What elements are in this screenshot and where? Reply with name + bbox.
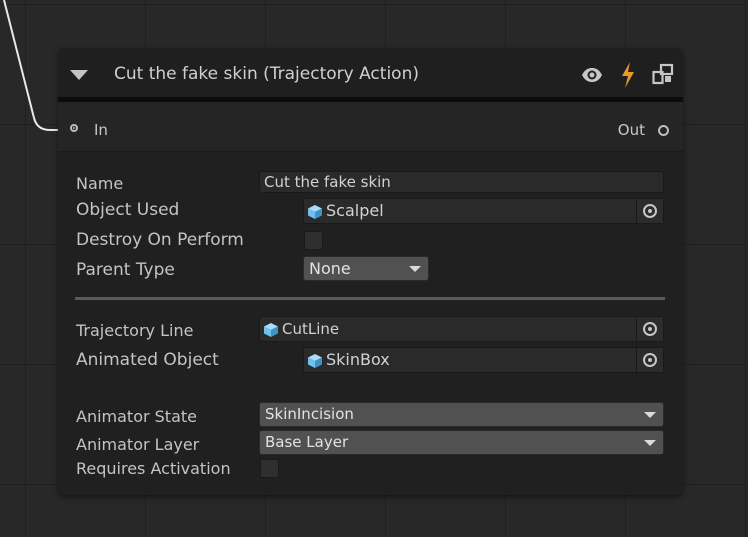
- ports-bar: In Out: [58, 102, 683, 152]
- trajectory-line-value: CutLine: [282, 320, 340, 338]
- animated-object-label: Animated Object: [76, 350, 219, 370]
- animator-state-dropdown[interactable]: SkinIncision: [259, 402, 664, 427]
- trajectory-line-label: Trajectory Line: [76, 321, 194, 340]
- object-used-label: Object Used: [76, 200, 180, 220]
- animator-layer-dropdown[interactable]: Base Layer: [259, 430, 664, 455]
- chevron-down-icon: [409, 266, 421, 272]
- object-used-value: Scalpel: [326, 201, 384, 220]
- cube-icon: [264, 323, 278, 337]
- animated-object-value: SkinBox: [326, 350, 390, 369]
- action-node[interactable]: Cut the fake skin (Trajectory Action) In…: [58, 48, 683, 495]
- name-label: Name: [76, 174, 124, 193]
- name-field[interactable]: Cut the fake skin: [259, 171, 664, 193]
- out-port-icon[interactable]: [658, 125, 669, 136]
- in-port-icon[interactable]: [70, 124, 78, 132]
- object-picker-icon[interactable]: [636, 199, 663, 223]
- destroy-on-perform-label: Destroy On Perform: [76, 230, 244, 250]
- object-used-field[interactable]: Scalpel: [303, 198, 664, 224]
- animator-state-label: Animator State: [76, 407, 197, 426]
- object-picker-icon[interactable]: [636, 348, 663, 372]
- chevron-down-icon: [644, 440, 656, 446]
- node-title: Cut the fake skin (Trajectory Action): [114, 64, 419, 84]
- trajectory-line-field[interactable]: CutLine: [259, 316, 664, 342]
- animator-state-value: SkinIncision: [265, 405, 354, 423]
- graph-canvas[interactable]: Cut the fake skin (Trajectory Action) In…: [0, 0, 748, 537]
- out-port-label: Out: [617, 121, 645, 139]
- node-settings-icon[interactable]: [652, 63, 674, 85]
- chevron-down-icon: [644, 412, 656, 418]
- lightning-icon[interactable]: [619, 61, 637, 89]
- collapse-triangle-icon[interactable]: [70, 70, 88, 80]
- section-divider: [75, 297, 665, 300]
- requires-activation-checkbox[interactable]: [260, 459, 279, 478]
- eye-icon[interactable]: [580, 63, 604, 87]
- in-port-label: In: [94, 121, 108, 139]
- object-picker-icon[interactable]: [636, 317, 663, 341]
- cube-icon: [308, 205, 322, 219]
- animator-layer-label: Animator Layer: [76, 435, 200, 454]
- node-header[interactable]: Cut the fake skin (Trajectory Action): [58, 48, 683, 102]
- parent-type-value: None: [309, 259, 351, 278]
- destroy-on-perform-checkbox[interactable]: [304, 231, 323, 250]
- parent-type-label: Parent Type: [76, 260, 175, 280]
- parent-type-dropdown[interactable]: None: [303, 256, 429, 281]
- requires-activation-label: Requires Activation: [76, 459, 231, 478]
- cube-icon: [308, 354, 322, 368]
- animated-object-field[interactable]: SkinBox: [303, 347, 664, 373]
- animator-layer-value: Base Layer: [265, 433, 349, 451]
